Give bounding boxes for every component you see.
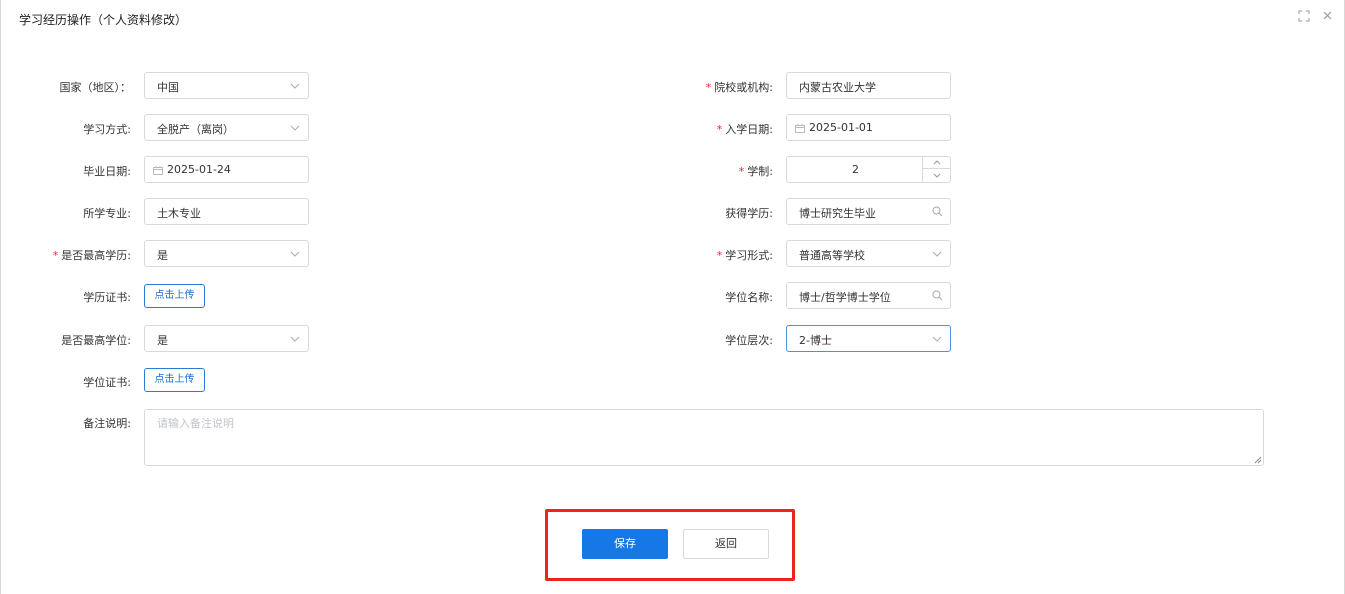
required-mark: * <box>738 165 745 178</box>
degree-name-value: 博士/哲学博士学位 <box>799 291 891 304</box>
chevron-down-icon <box>290 336 300 342</box>
highest-education-value: 是 <box>157 249 168 262</box>
study-mode-label: 学习方式: <box>83 123 131 136</box>
degree-level-label: 学位层次: <box>725 334 773 347</box>
degree-level-select[interactable]: 2-博士 <box>786 325 951 352</box>
back-button[interactable]: 返回 <box>683 529 769 559</box>
study-mode-value: 全脱产（离岗） <box>157 123 234 136</box>
country-select[interactable]: 中国 <box>144 72 309 99</box>
required-mark: * <box>52 249 59 262</box>
dialog-title: 学习经历操作（个人资料修改） <box>19 13 188 27</box>
major-label: 所学专业: <box>83 207 131 220</box>
increment-button[interactable] <box>923 157 950 169</box>
required-mark: * <box>716 249 723 262</box>
calendar-icon <box>153 166 163 175</box>
education-obtained-value: 博士研究生毕业 <box>799 207 876 220</box>
resize-handle-icon[interactable] <box>1253 455 1262 464</box>
duration-value: 2 <box>852 163 859 176</box>
chevron-down-icon <box>290 83 300 89</box>
study-mode-select[interactable]: 全脱产（离岗） <box>144 114 309 141</box>
graduation-date-picker[interactable]: 2025-01-24 <box>144 156 309 183</box>
major-input[interactable]: 土木专业 <box>144 198 309 225</box>
chevron-up-icon <box>933 160 940 165</box>
save-button[interactable]: 保存 <box>582 529 668 559</box>
enroll-date-picker[interactable]: 2025-01-01 <box>786 114 951 141</box>
study-form-select[interactable]: 普通高等学校 <box>786 240 951 267</box>
maximize-icon[interactable] <box>1297 10 1311 24</box>
country-value: 中国 <box>157 81 179 94</box>
degree-certificate-upload-button[interactable]: 点击上传 <box>144 368 205 392</box>
duration-label: * 学制: <box>738 165 773 178</box>
graduation-date-value: 2025-01-24 <box>167 163 231 176</box>
major-value: 土木专业 <box>157 207 201 220</box>
degree-name-search[interactable]: 博士/哲学博士学位 <box>786 282 951 309</box>
dialog-header: 学习经历操作（个人资料修改） <box>1 0 1344 36</box>
education-history-dialog: 学习经历操作（个人资料修改） 国家（地区）： 中国 学习方式: 全脱产（离岗） … <box>0 0 1345 594</box>
degree-name-label: 学位名称: <box>725 291 773 304</box>
search-icon[interactable] <box>932 290 943 301</box>
country-label: 国家（地区）： <box>59 81 132 94</box>
enroll-date-value: 2025-01-01 <box>809 121 873 134</box>
remarks-placeholder: 请输入备注说明 <box>157 417 234 430</box>
education-obtained-search[interactable]: 博士研究生毕业 <box>786 198 951 225</box>
required-mark: * <box>705 81 712 94</box>
highest-degree-label: 是否最高学位: <box>61 334 131 347</box>
study-form-label: * 学习形式: <box>716 249 773 262</box>
remarks-textarea[interactable]: 请输入备注说明 <box>144 409 1264 466</box>
institution-input[interactable]: 内蒙古农业大学 <box>786 72 951 99</box>
close-icon[interactable] <box>1320 10 1334 24</box>
education-certificate-upload-button[interactable]: 点击上传 <box>144 284 205 308</box>
remarks-label: 备注说明: <box>83 417 131 430</box>
degree-level-value: 2-博士 <box>799 334 832 347</box>
enroll-date-label: * 入学日期: <box>716 123 773 136</box>
institution-label: * 院校或机构: <box>705 81 773 94</box>
highest-degree-value: 是 <box>157 334 168 347</box>
highest-education-select[interactable]: 是 <box>144 240 309 267</box>
study-form-value: 普通高等学校 <box>799 249 865 262</box>
chevron-down-icon <box>932 251 942 257</box>
chevron-down-icon <box>932 336 942 342</box>
education-obtained-label: 获得学历: <box>725 207 773 220</box>
required-mark: * <box>716 123 723 136</box>
chevron-down-icon <box>933 173 940 178</box>
duration-number-input[interactable]: 2 <box>786 156 951 183</box>
highest-degree-select[interactable]: 是 <box>144 325 309 352</box>
graduation-date-label: 毕业日期: <box>83 165 131 178</box>
chevron-down-icon <box>290 251 300 257</box>
chevron-down-icon <box>290 125 300 131</box>
education-certificate-label: 学历证书: <box>83 291 131 304</box>
degree-certificate-label: 学位证书: <box>83 376 131 389</box>
institution-value: 内蒙古农业大学 <box>799 81 876 94</box>
duration-stepper <box>922 157 950 182</box>
calendar-icon <box>795 124 805 133</box>
highest-education-label: * 是否最高学历: <box>52 249 131 262</box>
decrement-button[interactable] <box>923 169 950 181</box>
search-icon[interactable] <box>932 206 943 217</box>
